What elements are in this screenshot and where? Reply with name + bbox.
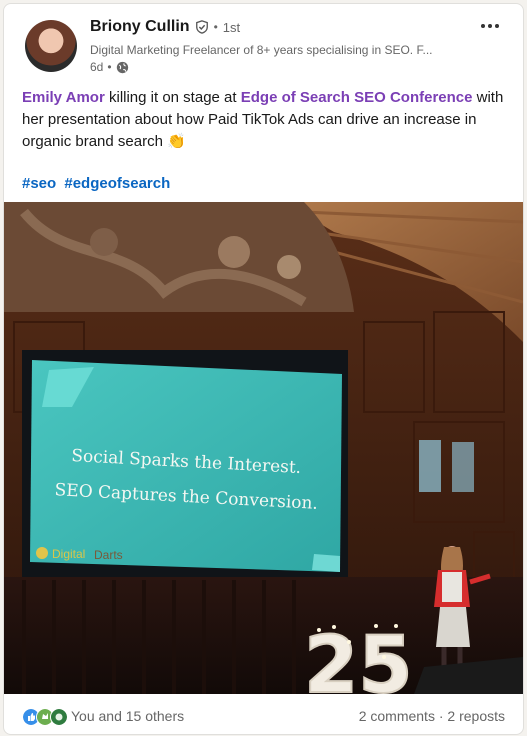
separator-dot: • <box>107 60 112 74</box>
slide-logo-word-1: Digital <box>52 547 85 561</box>
post-meta: 6d • <box>90 60 129 74</box>
conference-stage-image: Social Sparks the Interest. SEO Captures… <box>4 202 523 694</box>
mention-link[interactable]: Emily Amor <box>22 89 105 106</box>
comments-count[interactable]: 2 comments <box>359 708 435 724</box>
hashtag-link[interactable]: #seo <box>22 175 56 192</box>
social-counts-bar: You and 15 others 2 comments · 2 reposts <box>4 700 523 732</box>
globe-icon <box>116 61 128 73</box>
author-line: Briony Cullin • 1st <box>90 18 240 36</box>
more-options-button[interactable] <box>477 16 503 36</box>
author-avatar[interactable] <box>25 20 77 72</box>
hashtag-link[interactable]: #edgeofsearch <box>64 175 170 192</box>
post-age: 6d <box>90 60 104 74</box>
post-text: Emily Amor killing it on stage at Edge o… <box>22 87 507 153</box>
reposts-count[interactable]: 2 reposts <box>447 708 505 724</box>
post-photo[interactable]: Social Sparks the Interest. SEO Captures… <box>4 202 523 694</box>
hashtag-list: #seo #edgeofsearch <box>22 175 174 192</box>
mention-link[interactable]: Edge of Search SEO Conference <box>241 89 473 106</box>
post-card: Briony Cullin • 1st Digital Marketing Fr… <box>3 3 524 735</box>
slide-logo-word-2: Darts <box>94 548 123 562</box>
shield-check-icon <box>195 20 208 34</box>
reaction-icons[interactable] <box>22 708 68 726</box>
separator-dot: • <box>213 20 218 34</box>
counts-separator: · <box>434 708 448 724</box>
connection-degree: 1st <box>222 19 241 35</box>
stage-number: 25 <box>304 621 413 694</box>
author-name[interactable]: Briony Cullin <box>90 18 190 36</box>
digital-darts-logo-icon <box>36 547 48 559</box>
post-text-segment: killing it on stage at <box>104 89 241 106</box>
more-horizontal-icon <box>481 24 499 28</box>
author-headline: Digital Marketing Freelancer of 8+ years… <box>90 43 433 57</box>
engagement-counts: 2 comments · 2 reposts <box>359 708 505 724</box>
support-icon <box>50 708 68 726</box>
reactions-summary[interactable]: You and 15 others <box>71 708 184 724</box>
clap-emoji: 👏 <box>167 133 186 150</box>
